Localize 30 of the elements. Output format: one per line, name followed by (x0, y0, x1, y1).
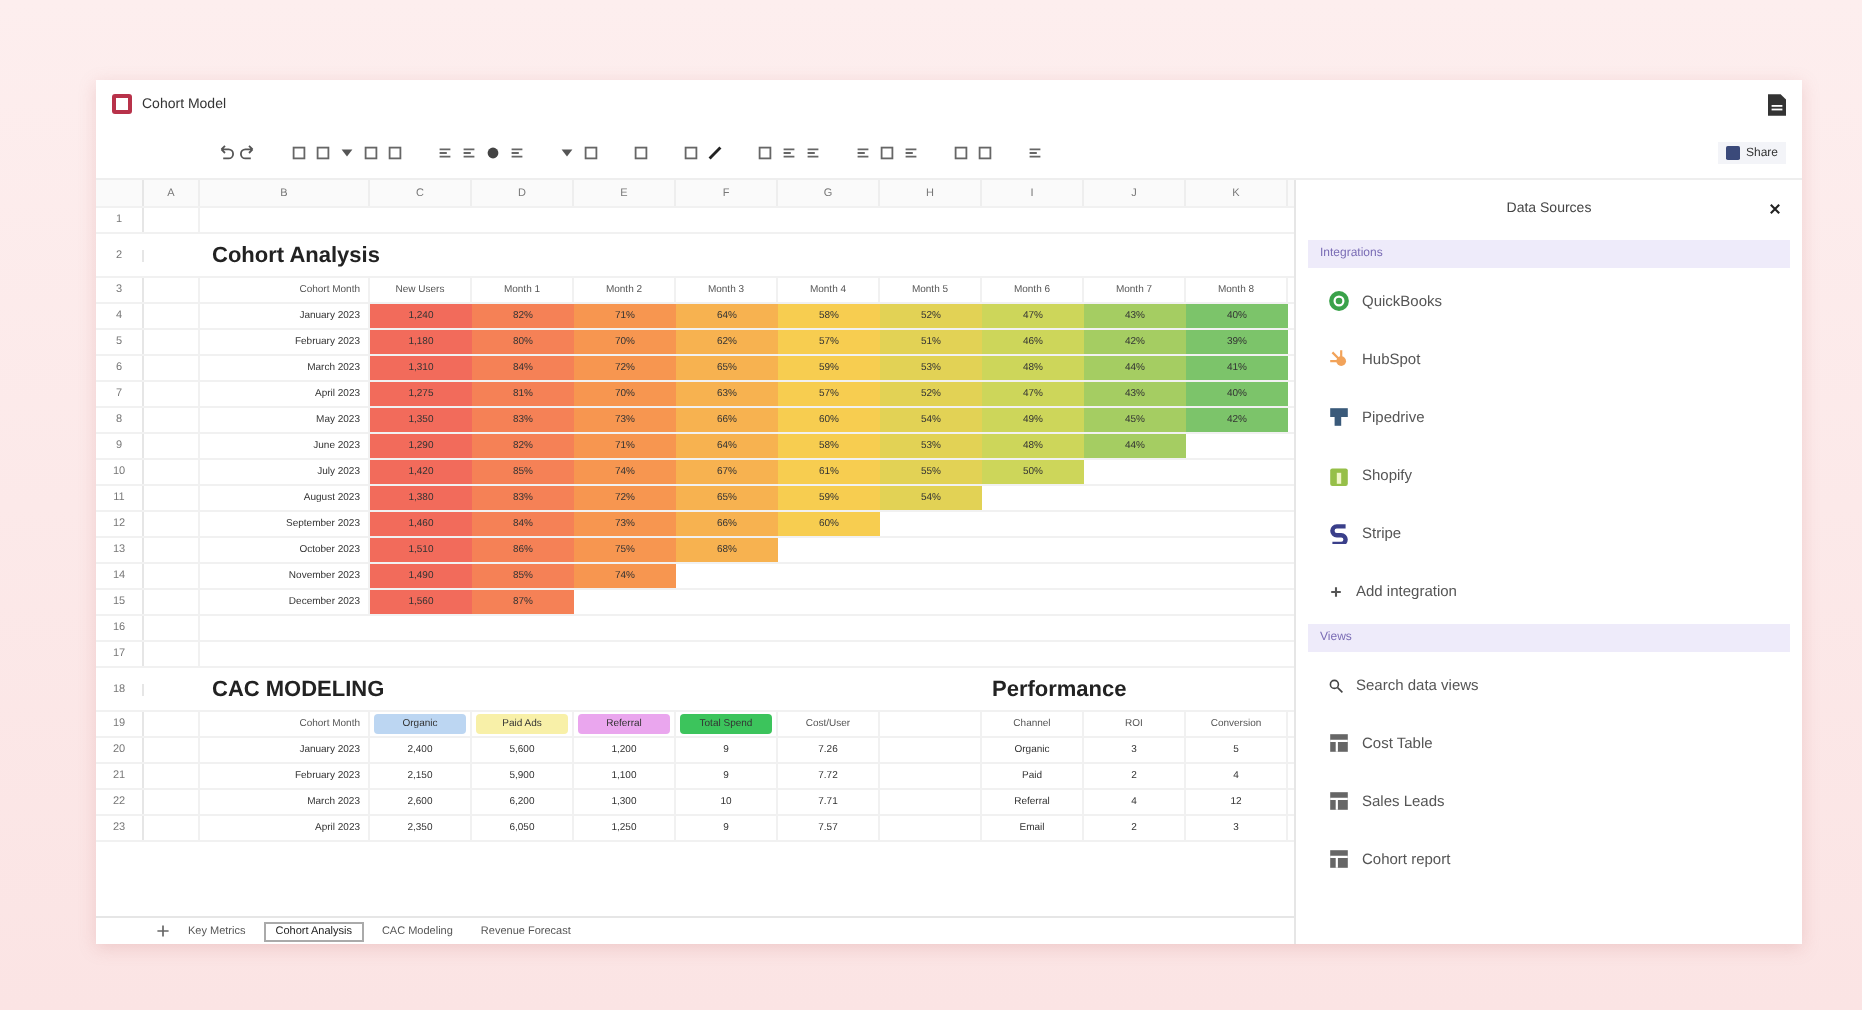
caret-icon[interactable] (558, 144, 576, 162)
add-sheet-icon[interactable] (156, 924, 170, 938)
align-icon[interactable] (780, 144, 798, 162)
circle-icon (1328, 290, 1350, 312)
align-icon[interactable] (804, 144, 822, 162)
plus-icon (1328, 583, 1344, 599)
close-icon[interactable] (1768, 201, 1782, 215)
bag-icon (1328, 464, 1350, 486)
table-icon (1328, 790, 1350, 812)
align-icon[interactable] (902, 144, 920, 162)
undo-icon[interactable] (216, 144, 234, 162)
align-icon[interactable] (854, 144, 872, 162)
section-title: CAC MODELING (210, 677, 387, 701)
align-icon[interactable] (436, 144, 454, 162)
redo-icon[interactable] (240, 144, 258, 162)
section-title: Performance (990, 677, 1127, 701)
caret-icon[interactable] (338, 144, 356, 162)
table-icon (1328, 732, 1350, 754)
share-icon (1725, 146, 1740, 160)
align-icon[interactable] (460, 144, 478, 162)
table-icon (1328, 848, 1350, 870)
app-icon (112, 94, 132, 114)
section-title: Cohort Analysis (210, 243, 380, 267)
search-icon (1328, 677, 1344, 693)
fill-icon[interactable] (484, 144, 502, 162)
pen-icon[interactable] (706, 144, 724, 162)
align-icon[interactable] (508, 144, 526, 162)
align-icon[interactable] (1026, 144, 1044, 162)
s-curve-icon (1328, 522, 1350, 544)
document-icon[interactable] (1768, 93, 1786, 115)
